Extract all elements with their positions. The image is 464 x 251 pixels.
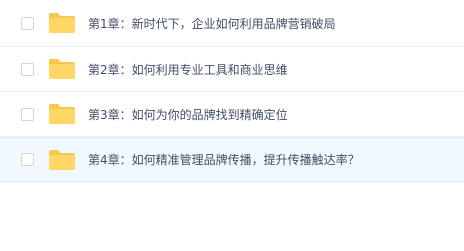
row-checkbox[interactable] bbox=[21, 16, 34, 30]
file-row-2[interactable]: 第2章：如何利用专业工具和商业思维 bbox=[0, 47, 464, 92]
file-name[interactable]: 第3章：如何为你的品牌找到精确定位 bbox=[88, 106, 288, 123]
folder-icon bbox=[48, 149, 76, 171]
file-row-3[interactable]: 第3章：如何为你的品牌找到精确定位 bbox=[0, 92, 464, 137]
file-row-1[interactable]: 第1章：新时代下，企业如何利用品牌营销破局 bbox=[0, 0, 464, 47]
file-name[interactable]: 第1章：新时代下，企业如何利用品牌营销破局 bbox=[88, 15, 336, 32]
folder-icon bbox=[48, 58, 76, 80]
file-row-4[interactable]: 第4章：如何精准管理品牌传播，提升传播触达率？ bbox=[0, 137, 464, 182]
row-checkbox[interactable] bbox=[21, 153, 34, 166]
row-checkbox[interactable] bbox=[21, 107, 34, 121]
file-list: 第1章：新时代下，企业如何利用品牌营销破局 第2章：如何利用专业工具和商业思维 … bbox=[0, 0, 464, 251]
file-name[interactable]: 第2章：如何利用专业工具和商业思维 bbox=[88, 61, 288, 78]
row-checkbox[interactable] bbox=[21, 62, 34, 76]
folder-icon bbox=[48, 12, 76, 34]
file-name[interactable]: 第4章：如何精准管理品牌传播，提升传播触达率？ bbox=[88, 151, 360, 168]
folder-icon bbox=[48, 103, 76, 125]
